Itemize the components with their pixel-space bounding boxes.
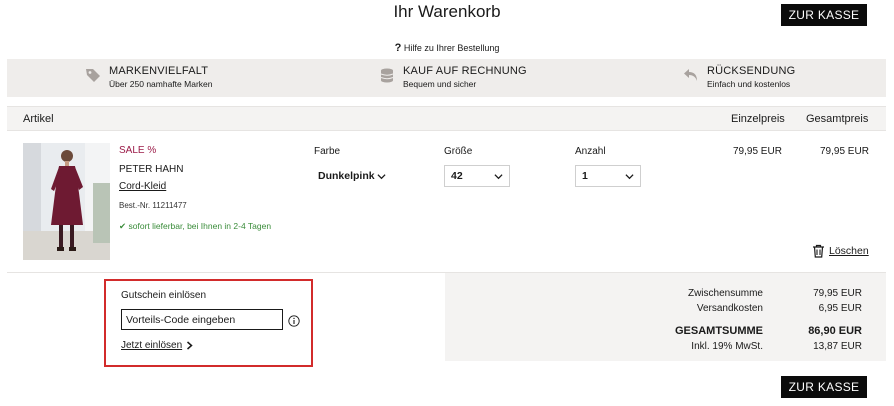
quantity-label: Anzahl: [575, 146, 606, 157]
trash-icon: [813, 244, 824, 258]
benefits-bar: MARKENVIELFALT Über 250 namhafte Marken …: [7, 59, 886, 97]
checkout-button-bottom[interactable]: ZUR KASSE: [781, 376, 867, 398]
checkmark-icon: ✔: [119, 221, 127, 231]
voucher-box: Gutschein einlösen Jetzt einlösen: [104, 279, 313, 367]
size-label: Größe: [444, 146, 473, 157]
redeem-voucher-link[interactable]: Jetzt einlösen: [121, 340, 193, 351]
color-label: Farbe: [314, 146, 341, 157]
chevron-down-icon: [625, 173, 634, 179]
shipping-value: 6,95 EUR: [818, 303, 862, 314]
benefit-invoice: KAUF AUF RECHNUNG Bequem und sicher: [379, 65, 527, 89]
grand-total-label: GESAMTSUMME: [675, 325, 763, 337]
voucher-code-input[interactable]: [121, 309, 283, 330]
product-name-link[interactable]: Cord-Kleid: [119, 181, 166, 192]
grand-total-value: 86,90 EUR: [808, 325, 862, 337]
product-image[interactable]: [23, 143, 110, 260]
return-arrow-icon: [684, 69, 697, 81]
article-number: Best.-Nr. 11211477: [119, 201, 187, 210]
subtotal-label: Zwischensumme: [687, 288, 763, 299]
vat-label: Inkl. 19% MwSt.: [691, 341, 763, 352]
help-text: Hilfe zu Ihrer Bestellung: [403, 43, 500, 53]
voucher-title: Gutschein einlösen: [121, 290, 207, 301]
benefit-title: MARKENVIELFALT: [109, 65, 209, 77]
cart-table-header: Artikel Einzelpreis Gesamtpreis: [7, 106, 886, 131]
help-link[interactable]: ? Hilfe zu Ihrer Bestellung: [0, 42, 894, 54]
benefit-subtitle: Einfach und kostenlos: [707, 79, 791, 89]
size-value: 42: [451, 170, 463, 182]
column-total-price: Gesamtpreis: [806, 113, 869, 125]
benefit-title: KAUF AUF RECHNUNG: [403, 65, 527, 77]
column-article: Artikel: [23, 113, 54, 125]
redeem-label: Jetzt einlösen: [121, 340, 183, 351]
quantity-value: 1: [582, 170, 588, 182]
sale-badge: SALE %: [119, 145, 157, 156]
availability-text: sofort lieferbar, bei Ihnen in 2-4 Tagen: [128, 221, 272, 231]
page-title: Ihr Warenkorb: [393, 2, 501, 21]
quantity-select[interactable]: 1: [575, 165, 641, 187]
tag-icon: [86, 69, 100, 82]
column-unit-price: Einzelpreis: [731, 113, 785, 125]
product-photo: [23, 143, 110, 260]
color-select[interactable]: Dunkelpink: [314, 165, 392, 187]
subtotal-value: 79,95 EUR: [813, 288, 862, 299]
benefit-title: RÜCKSENDUNG: [707, 65, 796, 77]
availability: ✔ sofort lieferbar, bei Ihnen in 2-4 Tag…: [119, 221, 271, 232]
benefit-subtitle: Bequem und sicher: [403, 79, 477, 89]
benefit-subtitle: Über 250 namhafte Marken: [109, 79, 213, 89]
product-brand: PETER HAHN: [119, 164, 184, 175]
benefit-returns: RÜCKSENDUNG Einfach und kostenlos: [683, 65, 795, 89]
benefit-brands: MARKENVIELFALT Über 250 namhafte Marken: [85, 65, 212, 89]
size-select[interactable]: 42: [444, 165, 510, 187]
shipping-label: Versandkosten: [696, 303, 763, 314]
chevron-down-icon: [494, 173, 503, 179]
coins-icon: [380, 68, 394, 83]
help-icon: ?: [394, 42, 402, 54]
chevron-down-icon: [377, 173, 386, 179]
color-value: Dunkelpink: [318, 170, 375, 182]
delete-button[interactable]: Löschen: [812, 244, 869, 258]
checkout-button-top[interactable]: ZUR KASSE: [781, 4, 867, 26]
delete-label: Löschen: [829, 245, 869, 257]
info-icon[interactable]: [288, 315, 300, 327]
unit-price: 79,95 EUR: [733, 146, 782, 157]
vat-value: 13,87 EUR: [813, 341, 862, 352]
chevron-right-icon: [187, 341, 193, 350]
total-price: 79,95 EUR: [820, 146, 869, 157]
